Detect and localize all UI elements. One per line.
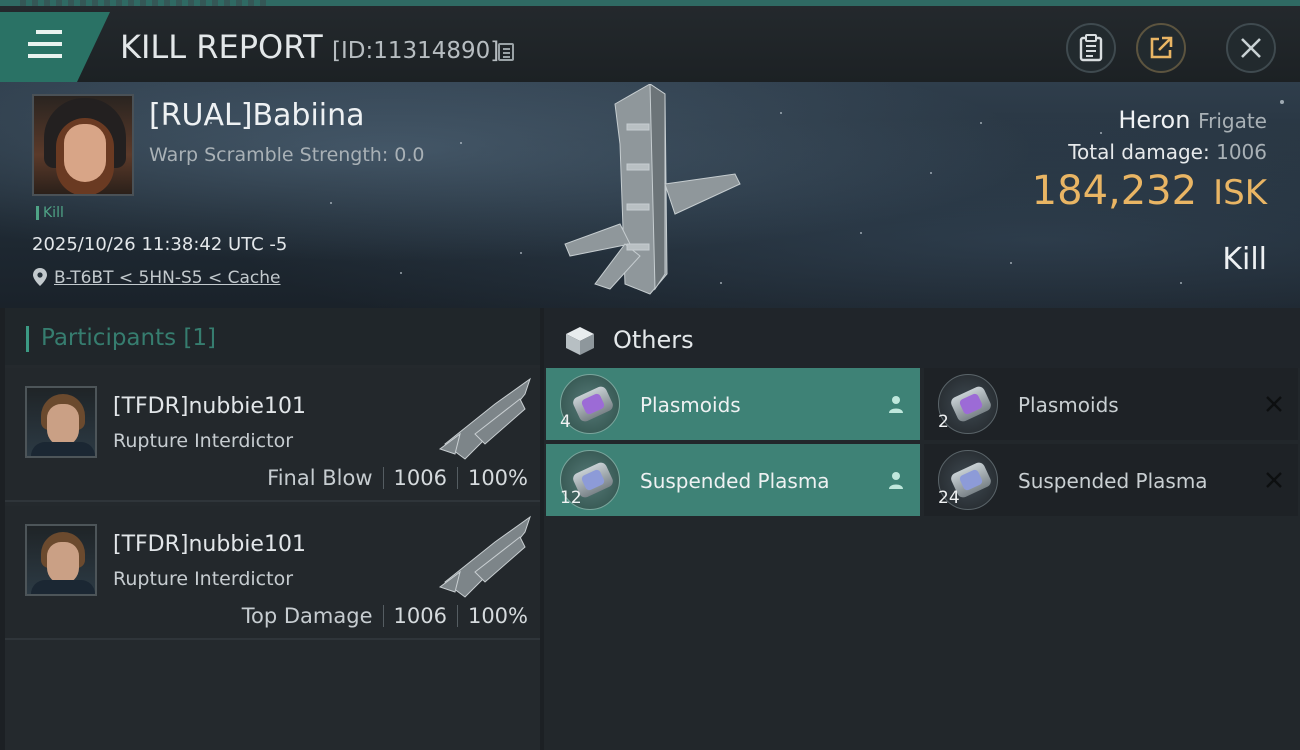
victim-avatar[interactable] xyxy=(32,94,134,196)
participant-row[interactable]: [TFDR]nubbie101 Rupture Interdictor Top … xyxy=(5,506,540,640)
item-name: Suspended Plasma xyxy=(640,469,830,493)
ship-type: Heron xyxy=(1118,106,1191,134)
header-accent xyxy=(26,326,29,352)
kill-tag: Kill xyxy=(36,206,64,220)
cube-icon xyxy=(566,327,594,355)
participant-role: Top Damage xyxy=(241,604,373,628)
item-name: Suspended Plasma xyxy=(1018,469,1208,493)
person-icon xyxy=(889,472,903,489)
clipboard-button[interactable] xyxy=(1066,23,1116,73)
participant-role: Final Blow xyxy=(267,466,373,490)
item-quantity: 24 xyxy=(938,488,960,508)
close-button[interactable] xyxy=(1226,23,1276,73)
item-destroyed[interactable]: 24 Suspended Plasma xyxy=(924,444,1298,516)
participant-avatar[interactable] xyxy=(25,386,97,458)
item-name: Plasmoids xyxy=(640,393,741,417)
participants-panel: Participants [1] [TFDR]nubbie101 Rupture… xyxy=(5,308,540,750)
close-icon xyxy=(1241,38,1261,58)
x-icon xyxy=(1266,472,1282,488)
participant-damage: 1006 xyxy=(393,466,447,490)
participant-row[interactable]: [TFDR]nubbie101 Rupture Interdictor Fina… xyxy=(5,368,540,502)
isk-amount: 184,232 xyxy=(1031,168,1198,214)
result-label: Kill xyxy=(1222,242,1267,277)
total-damage: Total damage: 1006 xyxy=(1068,140,1267,164)
menu-icon xyxy=(28,30,62,66)
participant-ship: Rupture Interdictor xyxy=(113,430,293,452)
item-dropped[interactable]: 4 Plasmoids xyxy=(546,368,920,440)
participant-percent: 100% xyxy=(467,604,528,628)
item-destroyed[interactable]: 2 Plasmoids xyxy=(924,368,1298,440)
person-icon xyxy=(889,396,903,413)
page-title: KILL REPORT xyxy=(120,28,323,66)
menu-button[interactable] xyxy=(0,12,110,82)
others-panel: Others 4 Plasmoids 2 Plasmoids 12 Suspen… xyxy=(544,308,1300,750)
victim-banner: [RUAL]Babiina Warp Scramble Strength: 0.… xyxy=(0,82,1300,308)
participant-damage: 1006 xyxy=(393,604,447,628)
share-button[interactable] xyxy=(1136,23,1186,73)
location-pin-icon xyxy=(33,268,47,286)
total-damage-value: 1006 xyxy=(1216,140,1267,164)
ship-class: Frigate xyxy=(1198,109,1267,133)
participant-ship-image xyxy=(438,515,531,598)
total-damage-label: Total damage: xyxy=(1068,140,1210,164)
clipboard-icon xyxy=(1079,34,1103,62)
warp-scramble-strength: Warp Scramble Strength: 0.0 xyxy=(149,144,425,166)
participant-stats: Final Blow 1006 100% xyxy=(267,466,528,490)
isk-value: 184,232 ISK xyxy=(1032,168,1267,214)
others-header[interactable]: Others xyxy=(544,308,1300,368)
item-quantity: 2 xyxy=(938,412,949,432)
ship-image xyxy=(564,84,741,295)
participant-ship: Rupture Interdictor xyxy=(113,568,293,590)
participants-header[interactable]: Participants [1] xyxy=(5,308,540,365)
share-icon xyxy=(1150,36,1173,59)
item-dropped[interactable]: 12 Suspended Plasma xyxy=(546,444,920,516)
victim-name[interactable]: [RUAL]Babiina xyxy=(149,98,365,133)
others-label: Others xyxy=(613,326,694,354)
participants-label: Participants [1] xyxy=(41,325,216,351)
participant-ship-image xyxy=(438,377,531,460)
kill-datetime: 2025/10/26 11:38:42 UTC -5 xyxy=(32,234,288,255)
participant-name: [TFDR]nubbie101 xyxy=(113,532,306,557)
location-link[interactable]: B-T6BT < 5HN-S5 < Cache xyxy=(54,268,281,288)
ship-name[interactable]: Heron Frigate xyxy=(1118,106,1267,134)
isk-unit: ISK xyxy=(1213,173,1267,213)
top-bar: KILL REPORT [ID:11314890] xyxy=(0,0,1300,82)
header-decoration xyxy=(20,0,270,6)
item-name: Plasmoids xyxy=(1018,393,1119,417)
x-icon xyxy=(1266,396,1282,412)
participant-percent: 100% xyxy=(467,466,528,490)
participant-stats: Top Damage 1006 100% xyxy=(242,604,528,628)
item-quantity: 12 xyxy=(560,488,582,508)
copy-icon[interactable] xyxy=(498,43,514,61)
participant-name: [TFDR]nubbie101 xyxy=(113,394,306,419)
item-quantity: 4 xyxy=(560,412,571,432)
report-id: [ID:11314890] xyxy=(332,38,500,64)
participant-avatar[interactable] xyxy=(25,524,97,596)
